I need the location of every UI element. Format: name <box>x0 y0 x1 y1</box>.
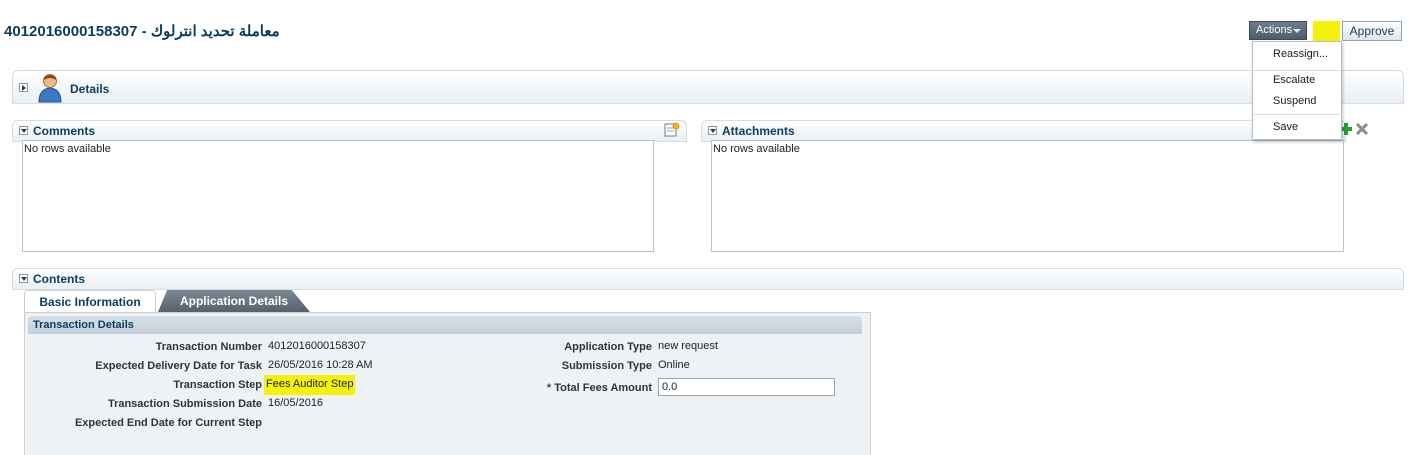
page-title: 4012016000158307 - معاملة تحديد انترلوك <box>4 23 280 40</box>
contents-panel <box>12 268 1404 290</box>
field-label-transaction-number: Transaction Number <box>155 341 262 353</box>
approve-button[interactable]: Approve <box>1342 21 1402 41</box>
field-value-submission-type: Online <box>658 359 690 371</box>
field-value-application-type: new request <box>658 340 718 352</box>
menu-item-suspend[interactable]: Suspend <box>1273 95 1316 107</box>
menu-item-reassign[interactable]: Reassign... <box>1273 48 1328 60</box>
menu-separator <box>1254 114 1340 115</box>
attachments-label: Attachments <box>722 124 795 138</box>
comments-panel <box>12 120 687 142</box>
highlight-marker <box>1313 21 1340 42</box>
field-label-expected-end-date: Expected End Date for Current Step <box>74 417 262 429</box>
attachments-empty-text: No rows available <box>713 143 800 155</box>
comments-empty-text: No rows available <box>24 143 111 155</box>
actions-button-label: Actions <box>1256 24 1293 36</box>
actions-menu: Reassign... Escalate Suspend Save <box>1252 41 1342 140</box>
comments-table: No rows available <box>22 140 654 252</box>
menu-item-save[interactable]: Save <box>1273 121 1298 133</box>
total-fees-amount-input[interactable] <box>658 378 835 396</box>
details-panel <box>12 70 1404 104</box>
actions-button[interactable]: Actions <box>1249 21 1307 40</box>
attachments-panel <box>701 120 1346 142</box>
attachments-table: No rows available <box>711 140 1344 252</box>
field-label-application-type: Application Type <box>564 341 652 353</box>
field-value-transaction-submission-date: 16/05/2016 <box>268 397 324 409</box>
required-marker: * <box>546 382 552 394</box>
delete-icon[interactable] <box>1355 122 1369 136</box>
menu-separator <box>1254 70 1340 71</box>
field-label-total-fees-amount: * Total Fees Amount <box>420 382 652 394</box>
field-value-transaction-number: 4012016000158307 <box>268 340 366 352</box>
transaction-details-header <box>28 316 862 334</box>
transaction-details-title: Transaction Details <box>33 319 134 331</box>
tab-basic-information[interactable]: Basic Information <box>24 290 156 312</box>
attachments-collapse-toggle[interactable] <box>708 126 717 135</box>
details-label: Details <box>70 82 110 96</box>
chevron-down-icon <box>1293 29 1301 33</box>
field-label-transaction-step: Transaction Step <box>173 379 262 391</box>
field-label-submission-type: Submission Type <box>561 360 652 372</box>
field-value-transaction-step: Fees Auditor Step <box>264 375 356 395</box>
menu-item-escalate[interactable]: Escalate <box>1273 74 1315 86</box>
comments-collapse-toggle[interactable] <box>19 126 28 135</box>
user-icon <box>38 74 62 103</box>
total-fees-amount-label-text: Total Fees Amount <box>554 382 652 394</box>
contents-collapse-toggle[interactable] <box>19 274 28 283</box>
comments-label: Comments <box>33 124 96 138</box>
add-comment-icon[interactable] <box>664 122 680 138</box>
details-expand-toggle[interactable] <box>19 83 28 92</box>
field-value-expected-delivery-date: 26/05/2016 10:28 AM <box>268 359 373 371</box>
contents-label: Contents <box>33 272 85 286</box>
field-label-expected-delivery-date: Expected Delivery Date for Task <box>95 360 262 372</box>
tab-application-details[interactable]: Application Details <box>158 290 310 312</box>
field-label-transaction-submission-date: Transaction Submission Date <box>107 398 262 410</box>
